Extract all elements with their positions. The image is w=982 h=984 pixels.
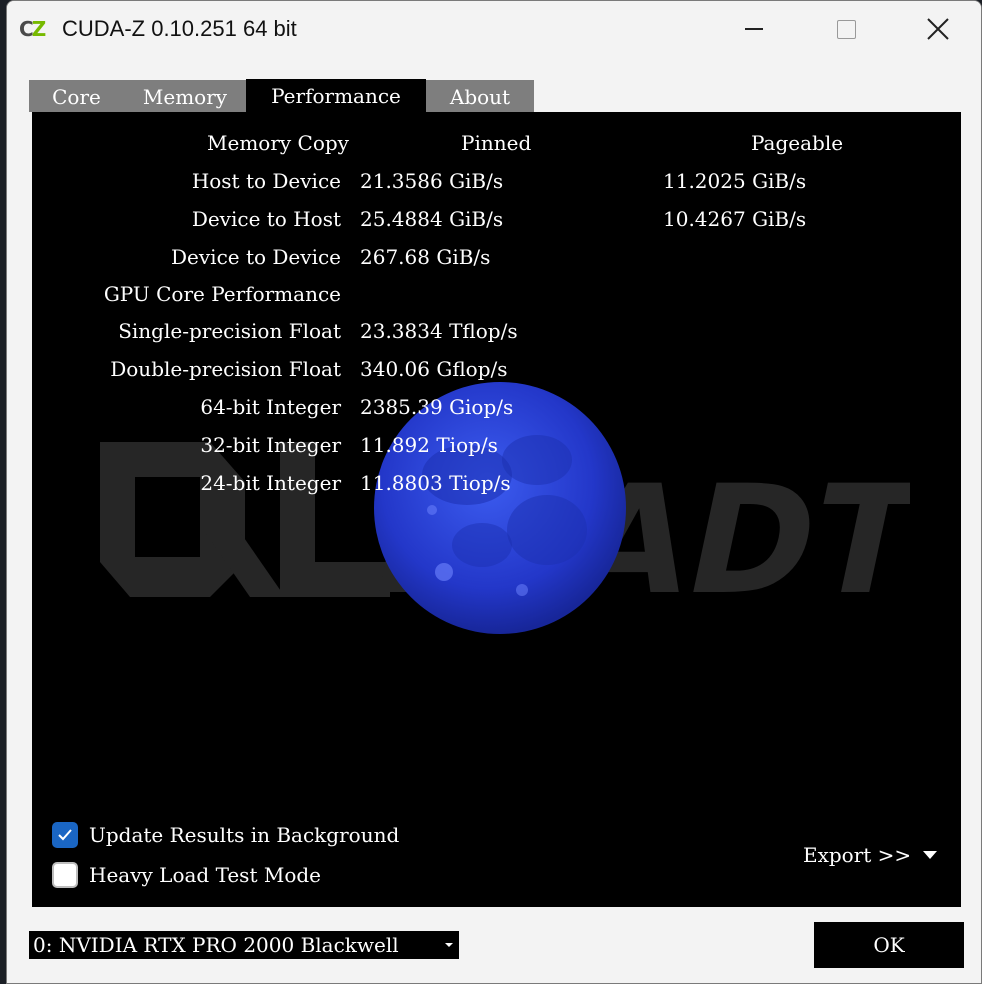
pinned-value: 11.892 Tiop/s bbox=[360, 433, 498, 457]
minimize-button[interactable] bbox=[731, 9, 777, 49]
device-selector[interactable]: 0: NVIDIA RTX PRO 2000 Blackwell bbox=[29, 931, 459, 959]
pinned-value: 11.8803 Tiop/s bbox=[360, 471, 511, 495]
ok-button[interactable]: OK bbox=[814, 922, 964, 968]
row-label: Host to Device bbox=[191, 169, 341, 193]
row-label: Device to Device bbox=[171, 245, 341, 269]
cuda-z-window: CZ CUDA-Z 0.10.251 64 bit Core Memory Pe… bbox=[6, 0, 982, 984]
chevron-down-icon bbox=[445, 943, 453, 947]
row-label: Double-precision Float bbox=[110, 357, 341, 381]
header-pinned: Pinned bbox=[461, 131, 532, 155]
row-label: 32-bit Integer bbox=[200, 433, 341, 457]
performance-panel: LEADTEK Memory Copy Pinned Pageable Host… bbox=[32, 112, 961, 907]
update-results-checkbox[interactable] bbox=[52, 822, 78, 848]
pinned-value: 25.4884 GiB/s bbox=[360, 207, 504, 231]
cuda-z-app-icon: CZ bbox=[19, 17, 46, 41]
row-label: Single-precision Float bbox=[118, 319, 341, 343]
pinned-value: 21.3586 GiB/s bbox=[360, 169, 504, 193]
minimize-icon bbox=[745, 28, 763, 30]
row-label: 24-bit Integer bbox=[200, 471, 341, 495]
pinned-value: 23.3834 Tflop/s bbox=[360, 319, 518, 343]
pinned-value: 2385.39 Giop/s bbox=[360, 395, 514, 419]
row-label: 64-bit Integer bbox=[200, 395, 341, 419]
pinned-value: 340.06 Gflop/s bbox=[360, 357, 508, 381]
tab-performance[interactable]: Performance bbox=[246, 79, 426, 112]
export-button[interactable]: Export >> bbox=[803, 840, 938, 870]
tab-about[interactable]: About bbox=[426, 80, 534, 112]
heavy-load-checkbox[interactable] bbox=[52, 862, 78, 888]
title-bar[interactable]: CZ CUDA-Z 0.10.251 64 bit bbox=[7, 1, 981, 57]
checkmark-icon bbox=[58, 829, 72, 841]
heavy-load-option[interactable]: Heavy Load Test Mode bbox=[52, 860, 321, 890]
row-label: Device to Host bbox=[191, 207, 341, 231]
close-button[interactable] bbox=[915, 9, 961, 49]
export-label: Export >> bbox=[803, 843, 912, 867]
maximize-icon bbox=[836, 19, 856, 39]
pageable-value: 11.2025 GiB/s bbox=[663, 169, 807, 193]
header-memory-copy: Memory Copy bbox=[207, 131, 349, 155]
update-results-option[interactable]: Update Results in Background bbox=[52, 820, 399, 850]
header-pageable: Pageable bbox=[751, 131, 844, 155]
maximize-button[interactable] bbox=[823, 9, 869, 49]
device-selected-value: 0: NVIDIA RTX PRO 2000 Blackwell bbox=[33, 933, 399, 957]
close-icon bbox=[927, 18, 949, 40]
update-results-label: Update Results in Background bbox=[89, 823, 400, 847]
heavy-load-label: Heavy Load Test Mode bbox=[89, 863, 322, 887]
dropdown-arrow-icon bbox=[923, 851, 938, 859]
pageable-value: 10.4267 GiB/s bbox=[663, 207, 807, 231]
pinned-value: 267.68 GiB/s bbox=[360, 245, 491, 269]
row-label: GPU Core Performance bbox=[103, 282, 341, 306]
tab-memory[interactable]: Memory bbox=[124, 80, 246, 112]
tab-core[interactable]: Core bbox=[29, 80, 124, 112]
window-title: CUDA-Z 0.10.251 64 bit bbox=[62, 16, 297, 41]
